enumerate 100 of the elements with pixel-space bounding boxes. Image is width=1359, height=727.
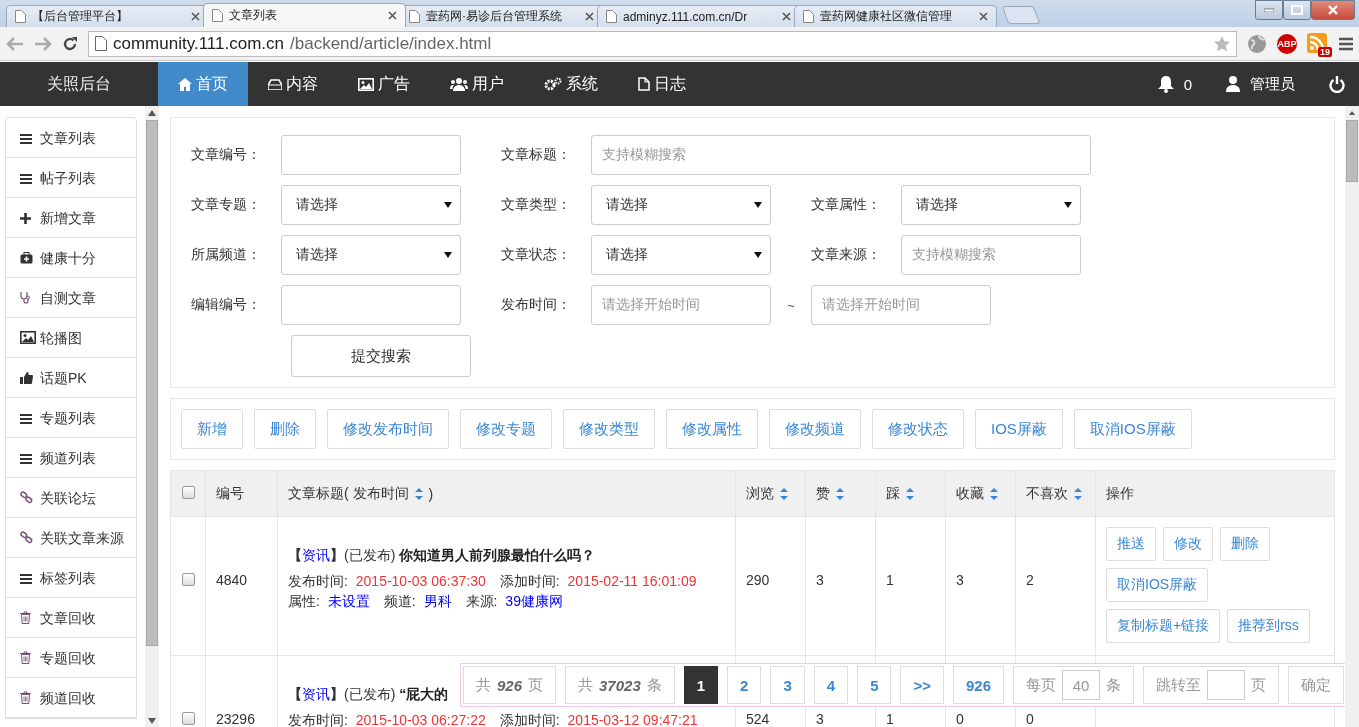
sidebar-item[interactable]: 健康十分 (6, 238, 136, 278)
sidebar-item[interactable]: 专题回收 (6, 638, 136, 678)
toolbar-button[interactable]: 修改专题 (460, 409, 552, 449)
source-link[interactable]: 39健康网 (505, 593, 563, 609)
nav-tab[interactable]: 用户 (430, 62, 524, 106)
column-header[interactable]: 浏览 (746, 484, 774, 503)
select-field[interactable]: 请选择 (281, 235, 461, 275)
toolbar-button[interactable]: 修改类型 (563, 409, 655, 449)
bell-icon[interactable] (1157, 75, 1174, 93)
scroll-down-icon[interactable] (148, 718, 156, 724)
action-button[interactable]: 复制标题+链接 (1106, 609, 1221, 643)
sort-icon[interactable] (779, 486, 789, 501)
sidebar-item[interactable]: 关联论坛 (6, 478, 136, 518)
toolbar-button[interactable]: 修改状态 (872, 409, 964, 449)
sort-icon[interactable] (835, 486, 845, 501)
reload-icon[interactable] (62, 35, 78, 52)
close-tab-icon[interactable] (782, 12, 791, 21)
checkbox[interactable] (181, 485, 195, 499)
feed-extension-icon[interactable]: 19 (1307, 32, 1329, 55)
close-tab-icon[interactable] (979, 12, 988, 21)
page-link[interactable]: 1 (683, 666, 719, 704)
toolbar-button[interactable]: 删除 (254, 409, 316, 449)
checkbox[interactable] (181, 712, 195, 725)
sidebar-item[interactable]: 话题PK (6, 358, 136, 398)
select-field[interactable]: 请选择 (281, 185, 461, 225)
notification-count[interactable]: 0 (1183, 75, 1192, 93)
page-link[interactable]: 5 (857, 666, 892, 704)
page-link[interactable]: 3 (770, 666, 805, 704)
toolbar-button[interactable]: 修改属性 (666, 409, 758, 449)
column-header[interactable]: 收藏 (956, 484, 984, 503)
power-icon[interactable] (1329, 75, 1345, 93)
action-button[interactable]: 修改 (1163, 527, 1213, 561)
sidebar-item[interactable]: 自测文章 (6, 278, 136, 318)
nav-tab[interactable]: 系统 (524, 62, 618, 106)
close-tab-icon[interactable] (585, 12, 594, 21)
toolbar-button[interactable]: 修改频道 (769, 409, 861, 449)
sidebar-item[interactable]: 标签列表 (6, 558, 136, 598)
toolbar-button[interactable]: 修改发布时间 (327, 409, 449, 449)
action-button[interactable]: 取消IOS屏蔽 (1106, 568, 1209, 602)
toolbar-button[interactable]: 取消IOS屏蔽 (1073, 409, 1192, 449)
sidebar-item[interactable]: 文章列表 (6, 118, 136, 158)
star-icon[interactable] (1214, 35, 1230, 52)
back-icon[interactable] (6, 36, 24, 51)
scrollbar-thumb[interactable] (146, 120, 158, 646)
submit-search-button[interactable]: 提交搜索 (291, 335, 471, 377)
close-tab-icon[interactable] (191, 12, 200, 21)
nav-tab[interactable]: 日志 (618, 62, 706, 106)
select-field[interactable]: 请选择 (591, 185, 771, 225)
close-tab-icon[interactable] (388, 11, 397, 20)
sort-icon[interactable] (905, 486, 915, 501)
adblock-extension-icon[interactable]: ABP (1277, 33, 1297, 54)
nav-tab[interactable]: 首页 (158, 62, 248, 106)
sort-icon[interactable] (1073, 486, 1083, 501)
scrollbar[interactable] (145, 106, 159, 727)
scrollbar-thumb[interactable] (1346, 120, 1358, 182)
user-name[interactable]: 管理员 (1250, 74, 1295, 94)
page-link[interactable]: 2 (727, 666, 762, 704)
sort-icon[interactable] (413, 486, 424, 501)
browser-tab[interactable]: 文章列表 (203, 3, 406, 27)
nav-tab[interactable]: 内容 (248, 62, 338, 106)
action-button[interactable]: 删除 (1220, 527, 1270, 561)
brand-title[interactable]: 关照后台 (0, 62, 158, 106)
article-title[interactable]: “屁大的 (399, 686, 449, 702)
column-header[interactable]: 踩 (886, 484, 900, 503)
channel-link[interactable]: 男科 (423, 593, 452, 609)
scroll-up-icon[interactable] (148, 110, 156, 116)
input-field[interactable] (281, 285, 461, 325)
article-title[interactable]: 你知道男人前列腺最怕什么吗？ (399, 547, 596, 563)
select-field[interactable]: 请选择 (591, 235, 771, 275)
address-field[interactable]: community.111.com.cn /backend/article/index.html (88, 30, 1237, 57)
toolbar-button[interactable]: 新增 (181, 409, 243, 449)
page-link[interactable]: 926 (953, 666, 1005, 704)
category-link[interactable]: 资讯 (302, 547, 330, 563)
close-button[interactable] (1311, 0, 1355, 20)
nav-tab[interactable]: 广告 (338, 62, 430, 106)
select-field[interactable]: 请选择 (901, 185, 1081, 225)
attribute-link[interactable]: 未设置 (327, 593, 370, 609)
category-link[interactable]: 资讯 (302, 686, 330, 702)
page-link[interactable]: 4 (813, 666, 849, 704)
new-tab-button[interactable] (1001, 6, 1041, 24)
sidebar-item[interactable]: 文章回收 (6, 598, 136, 638)
sidebar-item[interactable]: 轮播图 (6, 318, 136, 358)
page-link[interactable]: >> (900, 666, 944, 704)
action-button[interactable]: 推荐到rss (1227, 609, 1310, 643)
globe-icon[interactable] (1247, 33, 1267, 54)
jump-page-field[interactable] (1207, 670, 1246, 700)
sidebar-item[interactable]: 频道列表 (6, 438, 136, 478)
action-button[interactable]: 推送 (1106, 527, 1156, 561)
sidebar-item[interactable]: 频道回收 (6, 678, 136, 718)
scrollbar[interactable] (1345, 106, 1359, 727)
input-field[interactable] (281, 135, 461, 175)
sidebar-item[interactable]: 关联文章来源 (6, 518, 136, 558)
sidebar-item[interactable]: 新增文章 (6, 198, 136, 238)
column-header[interactable]: 文章标题( 发布时间 (288, 484, 409, 503)
forward-icon[interactable] (34, 36, 52, 51)
column-header[interactable]: 赞 (816, 484, 830, 503)
browser-tab[interactable]: 壹药网健康社区微信管理 (794, 5, 997, 27)
checkbox[interactable] (181, 573, 195, 586)
sort-icon[interactable] (989, 486, 999, 501)
sidebar-item[interactable]: 帖子列表 (6, 158, 136, 198)
